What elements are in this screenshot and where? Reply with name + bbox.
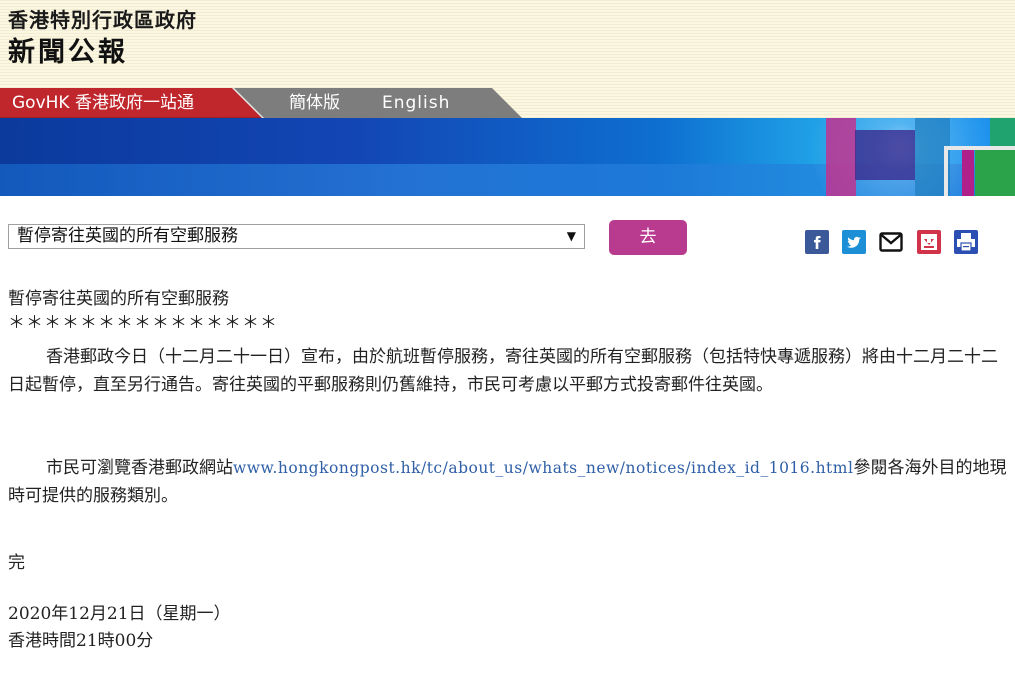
article-end-marker: 完	[8, 553, 25, 573]
banner-shape	[855, 130, 915, 180]
paragraph-2-text-before: 市民可瀏覽香港郵政網站	[46, 458, 233, 478]
banner-frame	[944, 146, 1015, 196]
email-icon[interactable]	[879, 230, 903, 254]
hongkongpost-link[interactable]: www.hongkongpost.hk/tc/about_us/whats_ne…	[233, 459, 853, 477]
simplified-chinese-link[interactable]: 簡体版	[289, 88, 340, 118]
page-header: 香港特別行政區政府 新聞公報	[0, 0, 1015, 88]
twitter-icon[interactable]	[842, 230, 866, 254]
govhk-link[interactable]: GovHK 香港政府一站通	[12, 88, 194, 118]
decorative-banner	[0, 118, 1015, 196]
bookmark-icon[interactable]	[917, 230, 941, 254]
headline-select[interactable]: 暫停寄往英國的所有空郵服務 ▼	[8, 224, 585, 249]
banner-shape	[990, 118, 1015, 146]
article-heading: 暫停寄往英國的所有空郵服務	[8, 289, 229, 309]
toolbar: 暫停寄往英國的所有空郵服務 ▼ 去	[0, 196, 1015, 286]
heading-underline-stars: ＊＊＊＊＊＊＊＊＊＊＊＊＊＊＊	[8, 313, 278, 333]
government-name: 香港特別行政區政府	[8, 8, 197, 32]
banner-shape	[826, 118, 856, 196]
go-button[interactable]: 去	[609, 220, 687, 255]
article-paragraph-1: 香港郵政今日（十二月二十一日）宣布，由於航班暫停服務，寄往英國的所有空郵服務（包…	[8, 347, 998, 395]
dropdown-arrow-icon: ▼	[566, 229, 576, 243]
article-paragraph-2: 市民可瀏覽香港郵政網站www.hongkongpost.hk/tc/about_…	[8, 454, 1008, 510]
release-date: 2020年12月21日（星期一）	[8, 604, 231, 624]
press-release-title[interactable]: 新聞公報	[8, 30, 128, 69]
headline-select-value: 暫停寄往英國的所有空郵服務	[17, 226, 238, 246]
release-time: 香港時間21時00分	[8, 631, 154, 651]
facebook-icon[interactable]	[805, 230, 829, 254]
print-icon[interactable]	[954, 230, 978, 254]
top-nav: GovHK 香港政府一站通 簡体版 English	[0, 88, 1015, 118]
english-link[interactable]: English	[382, 88, 450, 118]
